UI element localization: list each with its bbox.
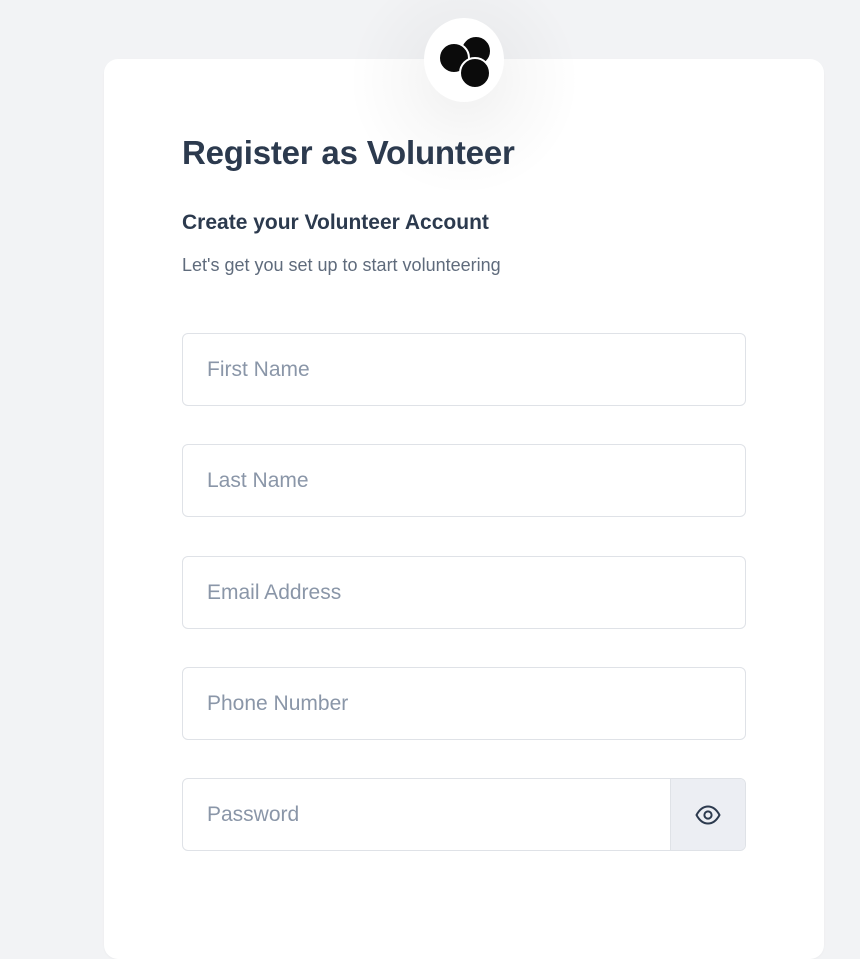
- phone-field: [182, 667, 746, 740]
- first-name-field: [182, 333, 746, 406]
- page-title: Register as Volunteer: [182, 134, 515, 171]
- three-circles-logo-icon: [438, 35, 492, 89]
- last-name-input[interactable]: [183, 445, 745, 516]
- form-tagline: Let's get you set up to start volunteeri…: [182, 255, 501, 275]
- eye-icon: [695, 805, 721, 824]
- phone-input[interactable]: [183, 668, 745, 739]
- logo-badge: [424, 18, 504, 102]
- password-field: [182, 778, 746, 851]
- form-subtitle: Create your Volunteer Account: [182, 211, 489, 234]
- first-name-input[interactable]: [183, 334, 745, 405]
- show-password-button[interactable]: [670, 779, 745, 850]
- password-input[interactable]: [183, 779, 672, 850]
- email-input[interactable]: [183, 557, 745, 628]
- email-field: [182, 556, 746, 629]
- last-name-field: [182, 444, 746, 517]
